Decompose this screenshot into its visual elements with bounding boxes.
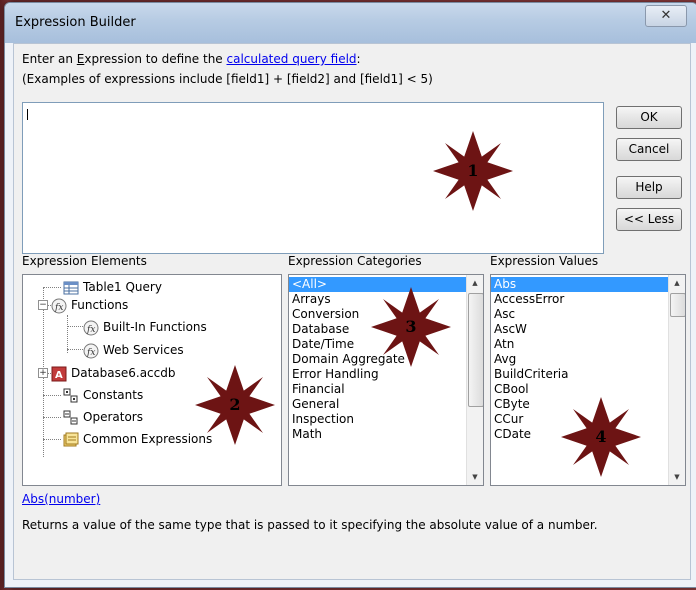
value-item[interactable]: Atn xyxy=(491,337,668,352)
tree-item-web-services[interactable]: fx Web Services xyxy=(83,341,184,359)
category-item[interactable]: Inspection xyxy=(289,412,466,427)
help-button[interactable]: Help xyxy=(616,176,682,199)
title-bar[interactable]: Expression Builder ✕ xyxy=(5,3,696,43)
ok-button[interactable]: OK xyxy=(616,106,682,129)
svg-text:fx: fx xyxy=(86,325,95,335)
tree-item-operators[interactable]: Operators xyxy=(63,408,143,426)
expression-values-label: Expression Values xyxy=(490,254,599,268)
value-item[interactable]: Asc xyxy=(491,307,668,322)
expression-elements-label: Expression Elements xyxy=(22,254,147,268)
categories-scrollbar[interactable]: ▲ ▼ xyxy=(466,275,483,485)
tree-item-functions[interactable]: fx Functions xyxy=(51,296,128,314)
common-expressions-icon xyxy=(63,432,79,446)
expression-categories-label: Expression Categories xyxy=(288,254,422,268)
values-scrollbar[interactable]: ▲ ▼ xyxy=(668,275,685,485)
value-item[interactable]: CBool xyxy=(491,382,668,397)
scroll-down-arrow[interactable]: ▼ xyxy=(669,469,685,485)
category-item[interactable]: Error Handling xyxy=(289,367,466,382)
operators-icon xyxy=(63,410,78,424)
dialog-body: Enter an Expression to define the calcul… xyxy=(13,43,691,580)
value-item[interactable]: Avg xyxy=(491,352,668,367)
function-icon: fx xyxy=(51,298,67,313)
calculated-query-field-link[interactable]: calculated query field xyxy=(227,52,357,66)
database-icon: A xyxy=(51,366,67,381)
close-button[interactable]: ✕ xyxy=(645,5,687,27)
tree-item-table1-query[interactable]: Table1 Query xyxy=(63,278,162,296)
text-caret xyxy=(27,109,28,120)
tree-item-built-in-functions[interactable]: fx Built-In Functions xyxy=(83,318,207,336)
less-button[interactable]: << Less xyxy=(616,208,682,231)
tree-item-common-expressions[interactable]: Common Expressions xyxy=(63,430,212,448)
svg-text:fx: fx xyxy=(54,303,63,313)
svg-text:fx: fx xyxy=(86,348,95,358)
expression-builder-dialog: Expression Builder ✕ Enter an Expression… xyxy=(4,2,696,588)
scroll-down-arrow[interactable]: ▼ xyxy=(467,469,483,485)
svg-text:A: A xyxy=(55,370,63,381)
prompt-line-2: (Examples of expressions include [field1… xyxy=(22,72,433,86)
dialog-title: Expression Builder xyxy=(15,15,136,30)
category-item[interactable]: Math xyxy=(289,427,466,442)
function-icon: fx xyxy=(83,343,99,358)
value-item[interactable]: AccessError xyxy=(491,292,668,307)
functions-collapse-toggle[interactable]: − xyxy=(38,300,48,310)
tree-item-database[interactable]: A Database6.accdb xyxy=(51,364,176,382)
database-expand-toggle[interactable]: + xyxy=(38,368,48,378)
function-description: Returns a value of the same type that is… xyxy=(22,518,598,532)
function-signature-link[interactable]: Abs(number) xyxy=(22,492,100,506)
prompt-line-1: Enter an Expression to define the calcul… xyxy=(22,52,361,66)
constants-icon xyxy=(63,388,78,402)
category-item[interactable]: General xyxy=(289,397,466,412)
callout-number-1: 1 xyxy=(467,161,479,180)
value-item[interactable]: Abs xyxy=(491,277,668,292)
tree-item-constants[interactable]: Constants xyxy=(63,386,143,404)
scroll-thumb[interactable] xyxy=(468,293,483,407)
callout-number-2: 2 xyxy=(229,395,241,414)
callout-number-4: 4 xyxy=(595,427,607,446)
function-icon: fx xyxy=(83,320,99,335)
category-item[interactable]: Financial xyxy=(289,382,466,397)
value-item[interactable]: AscW xyxy=(491,322,668,337)
cancel-button[interactable]: Cancel xyxy=(616,138,682,161)
table-query-icon xyxy=(63,281,79,294)
scroll-up-arrow[interactable]: ▲ xyxy=(669,275,685,291)
callout-number-3: 3 xyxy=(405,317,417,336)
expression-input[interactable] xyxy=(22,102,604,254)
scroll-thumb[interactable] xyxy=(670,293,685,317)
value-item[interactable]: BuildCriteria xyxy=(491,367,668,382)
scroll-up-arrow[interactable]: ▲ xyxy=(467,275,483,291)
